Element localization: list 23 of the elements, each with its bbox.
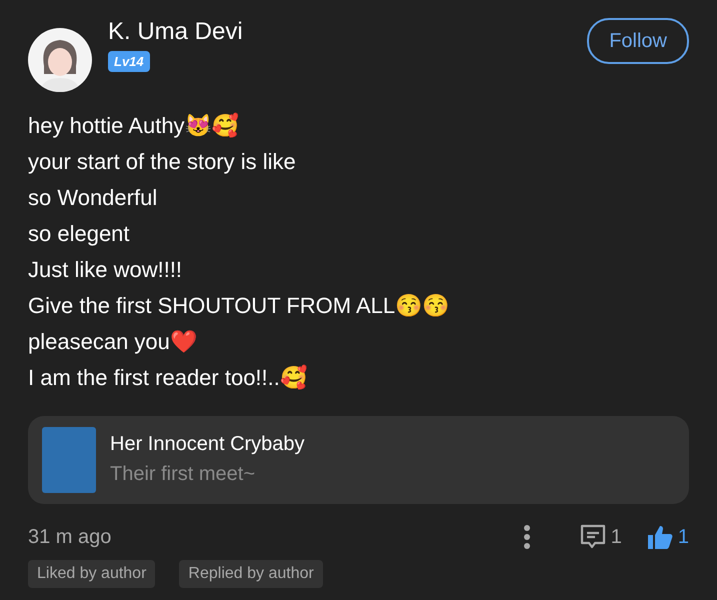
comment-icon[interactable] bbox=[578, 523, 607, 551]
author-name[interactable]: K. Uma Devi bbox=[108, 18, 588, 47]
story-title: Her Innocent Crybaby bbox=[110, 432, 305, 457]
author-tag: Replied by author bbox=[179, 560, 323, 588]
comment-line: Give the first SHOUTOUT FROM ALL😚😚 bbox=[28, 292, 450, 320]
reply-count: 1 bbox=[610, 525, 622, 550]
thumbs-up-icon[interactable] bbox=[646, 523, 674, 551]
follow-button[interactable]: Follow bbox=[587, 18, 689, 64]
comment-line: your start of the story is like bbox=[28, 148, 297, 176]
like-count: 1 bbox=[678, 525, 689, 550]
timestamp: 31 m ago bbox=[28, 525, 112, 550]
chapter-title: Their first meet~ bbox=[110, 462, 256, 487]
book-cover-placeholder bbox=[42, 427, 96, 493]
comment-line: pleasecan you❤ bbox=[28, 328, 198, 356]
comment-line: so elegent bbox=[28, 220, 131, 248]
comment-line: I am the first reader too!!..🥰 bbox=[28, 364, 308, 392]
comment-line: Just like wow!!!! bbox=[28, 256, 184, 284]
story-card[interactable]: Her Innocent Crybaby Their first meet~ bbox=[28, 416, 689, 504]
comment-line: so Wonderful bbox=[28, 184, 158, 212]
level-badge: Lv14 bbox=[108, 50, 150, 72]
more-options-icon[interactable] bbox=[522, 524, 531, 550]
author-tag: Liked by author bbox=[28, 560, 156, 588]
comment-line: hey hottie Authy😻🥰 bbox=[28, 112, 240, 140]
